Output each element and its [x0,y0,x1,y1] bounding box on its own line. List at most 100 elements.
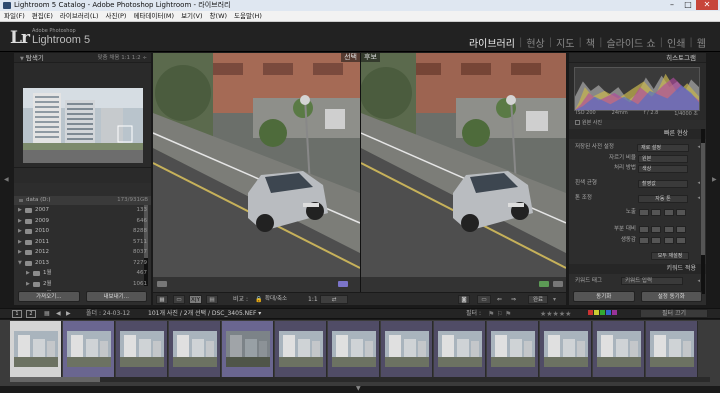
previous-arrow-icon[interactable]: ⇐ [497,295,502,304]
menu-help[interactable]: 도움말(H) [234,11,262,21]
close-button[interactable]: ✕ [696,0,718,10]
vibrance-decrease-large-button[interactable] [639,237,649,244]
menu-edit[interactable]: 편집(E) [32,11,53,21]
maximize-button[interactable]: □ [680,0,696,10]
menu-metadata[interactable]: 메타데이터(M) [133,11,174,21]
export-button[interactable]: 내보내기... [85,291,147,302]
quick-develop-header[interactable]: 빠른 현상 [569,129,706,139]
color-filter-icon[interactable] [588,309,617,319]
exposure-decrease-button[interactable] [651,209,661,216]
sync-settings-button[interactable]: 설정 동기화 [640,291,702,302]
right-panel-toggle-icon[interactable]: ▶ [712,176,717,183]
sync-button[interactable]: ⇄ [320,295,348,304]
white-balance-select[interactable]: 촬영값 [638,180,688,188]
folder-row[interactable]: ▶ 2007 133 [14,205,151,216]
filmstrip-toggle-icon[interactable]: ▼ [356,385,361,392]
grid-icon[interactable]: ▦ [44,309,50,319]
filmstrip-thumbnail[interactable] [540,321,592,377]
next-arrow-icon[interactable]: ⇒ [511,295,516,304]
filmstrip-thumbnail[interactable] [10,321,62,377]
star-rating-filter[interactable]: ★★★★★ [540,309,571,319]
crop-ratio-select[interactable]: 원본 [638,155,688,163]
menu-photo[interactable]: 사진(P) [106,11,127,21]
expand-triangle-icon[interactable]: ▶ [26,279,30,290]
filmstrip-thumbnail[interactable] [434,321,486,377]
expand-triangle-icon[interactable]: ▶ [18,226,22,237]
saved-preset-select[interactable]: 재로 설정 [637,144,689,152]
collapse-arrow-icon[interactable]: ◂ [697,194,700,203]
filmstrip-thumbnail[interactable] [275,321,327,377]
main-window-button[interactable]: 1 [12,310,22,318]
left-panel-toggle-icon[interactable]: ◀ [4,176,9,183]
vibrance-increase-button[interactable] [664,237,674,244]
compare-view-button[interactable]: X|Y [189,295,202,304]
module-library[interactable]: 라이브러리 [465,35,519,50]
swap-icon[interactable]: ◙ [458,295,470,304]
folder-row[interactable]: ▶ 2011 5711 [14,237,151,248]
import-button[interactable]: 가져오기... [18,291,80,302]
navigator-preview-image[interactable] [23,88,143,163]
filter-off-select[interactable]: 필터 끄기 [640,309,708,318]
module-print[interactable]: 인쇄 [663,35,689,50]
menu-window[interactable]: 창(W) [210,11,227,21]
auto-tone-button[interactable]: 자동 톤 [638,195,688,203]
filmstrip-thumbnail[interactable] [328,321,380,377]
candidate-photo[interactable]: 후보 [361,53,566,277]
flag-icon[interactable] [157,281,167,287]
module-develop[interactable]: 현상 [522,35,548,50]
folder-row[interactable]: ▼ 2013 7279 [14,258,151,269]
grid-view-icon[interactable]: ▦ [156,295,168,304]
module-web[interactable]: 웹 [693,35,710,50]
filmstrip-count[interactable]: 101개 사진 / 2개 선택 / DSC_3405.NEF ▾ [148,309,261,319]
filmstrip-thumbnail[interactable] [487,321,539,377]
clarity-decrease-button[interactable] [651,226,661,233]
menu-file[interactable]: 파일(F) [4,11,25,21]
folder-row[interactable]: ▶ 1월 467 [14,268,151,279]
minimize-button[interactable]: – [664,0,680,10]
toolbar-menu-icon[interactable]: ▾ [553,295,556,304]
exposure-increase-button[interactable] [664,209,674,216]
filmstrip-thumbnail[interactable] [63,321,115,377]
menu-view[interactable]: 보기(V) [181,11,202,21]
treatment-select[interactable]: 색상 [638,165,688,173]
filmstrip-thumbnail[interactable] [646,321,698,377]
expand-triangle-icon[interactable]: ▶ [18,247,22,258]
expand-triangle-icon[interactable]: ▶ [18,216,22,227]
exposure-decrease-large-button[interactable] [639,209,649,216]
expand-triangle-icon[interactable]: ▶ [26,268,30,279]
clarity-increase-button[interactable] [664,226,674,233]
checkbox-icon[interactable] [575,120,580,125]
module-map[interactable]: 지도 [552,35,578,50]
filmstrip-thumbnail[interactable] [381,321,433,377]
filmstrip-scrollbar[interactable] [10,377,710,382]
right-panel-scrollbar[interactable] [701,129,705,294]
back-arrow-icon[interactable]: ◀ [56,309,61,319]
module-book[interactable]: 책 [582,35,599,50]
vibrance-increase-large-button[interactable] [676,237,686,244]
folder-row[interactable]: ▶ 2009 646 [14,216,151,227]
filmstrip-thumbnail[interactable] [593,321,645,377]
folder-row[interactable]: ▶ 2010 8288 [14,226,151,237]
module-slideshow[interactable]: 슬라이드 쇼 [602,35,659,50]
navigator-zoom-options[interactable]: 맞춤 채움 1:1 1:2 ÷ [97,53,147,63]
navigator-header[interactable]: ▼ 탐색기 맞춤 채움 1:1 1:2 ÷ [14,53,151,63]
filmstrip-thumbnail[interactable] [169,321,221,377]
volume-row[interactable]: data (D:) 173/931GB [14,196,151,205]
catalog-panel-header[interactable] [14,167,151,183]
lock-icon[interactable]: 🔒 [255,295,262,304]
select-photo[interactable]: 선택 [153,53,360,277]
sync-metadata-button[interactable]: 동기화 [573,291,635,302]
original-photo-checkbox[interactable]: 원본 사진 [575,119,602,126]
color-label-icon[interactable] [539,281,549,287]
expand-triangle-icon[interactable]: ▶ [18,205,22,216]
forward-arrow-icon[interactable]: ▶ [66,309,71,319]
make-select-icon[interactable]: ▭ [477,295,491,304]
clarity-decrease-large-button[interactable] [639,226,649,233]
expand-triangle-icon[interactable]: ▶ [18,237,22,248]
loupe-view-icon[interactable]: ▭ [173,295,185,304]
filmstrip-source[interactable]: 폴더 : 24-03-12 [86,309,130,319]
folder-row[interactable]: ▶ 2월 1061 [14,279,151,290]
menu-library[interactable]: 라이브러리(L) [60,11,99,21]
collapse-arrow-icon[interactable]: ◂ [697,179,700,188]
flag-icon[interactable] [553,281,563,287]
